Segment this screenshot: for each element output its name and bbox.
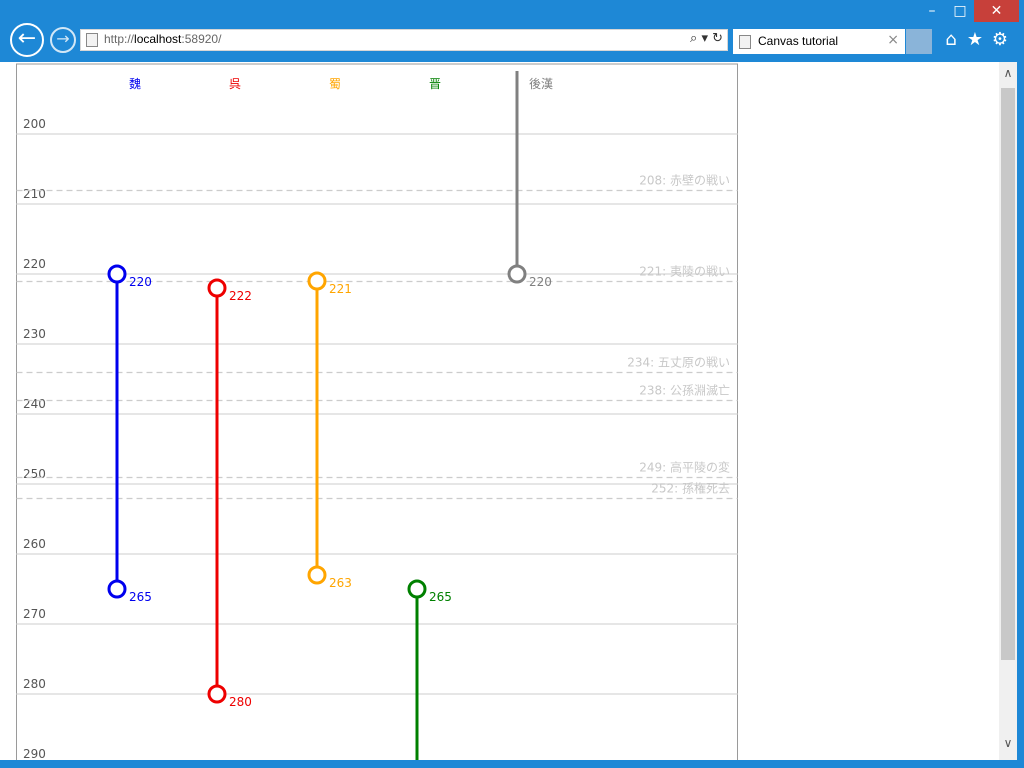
start-marker — [107, 264, 127, 284]
tab-close-icon[interactable]: × — [887, 32, 899, 48]
url-rest: :58920/ — [181, 32, 222, 46]
event-label: 252: 孫権死去 — [651, 481, 730, 496]
tab-page-icon — [739, 35, 751, 49]
series-label: 後漢 — [529, 77, 553, 91]
series-label: 呉 — [229, 77, 241, 91]
y-tick-label: 230 — [23, 327, 46, 341]
end-marker — [307, 565, 327, 585]
y-tick-label: 270 — [23, 607, 46, 621]
scroll-up-icon[interactable]: ∧ — [999, 66, 1017, 80]
address-tools[interactable]: ⌕ ▾ ↻ — [690, 31, 723, 46]
event-label: 221: 夷陵の戦い — [639, 264, 730, 279]
series-label: 魏 — [129, 76, 141, 91]
forward-button[interactable]: → — [50, 27, 76, 53]
end-label: 263 — [329, 576, 352, 590]
url-host: localhost — [134, 32, 182, 46]
url-text[interactable]: http://localhost:58920/ — [104, 32, 221, 46]
tab-title: Canvas tutorial — [758, 34, 839, 48]
end-label: 265 — [129, 590, 152, 604]
maximize-button[interactable]: □ — [946, 0, 974, 22]
end-label: 220 — [529, 275, 552, 289]
window-border-right — [1017, 62, 1024, 768]
vertical-scrollbar[interactable]: ∧ ∨ — [999, 62, 1017, 768]
chart-frame — [16, 63, 738, 768]
home-icon[interactable]: ⌂ — [940, 29, 962, 50]
y-tick-label: 200 — [23, 117, 46, 131]
favorites-icon[interactable]: ★ — [964, 29, 986, 50]
start-label: 265 — [429, 590, 452, 604]
settings-icon[interactable]: ⚙ — [989, 29, 1011, 50]
y-tick-label: 240 — [23, 397, 46, 411]
close-button[interactable]: ✕ — [974, 0, 1019, 22]
url-prefix: http:// — [104, 32, 135, 46]
y-tick-label: 260 — [23, 537, 46, 551]
page-content: 200 210 220 230 240 250 260 270 280 290 208: 赤壁の戦い… — [0, 62, 999, 768]
y-tick-label: 290 — [23, 747, 46, 761]
y-tick-label: 220 — [23, 257, 46, 271]
new-tab-button[interactable] — [906, 29, 932, 54]
y-tick-label: 250 — [23, 467, 46, 481]
start-label: 220 — [129, 275, 152, 289]
end-marker — [507, 264, 527, 284]
address-bar[interactable]: http://localhost:58920/ ⌕ ▾ ↻ — [80, 29, 728, 51]
end-label: 280 — [229, 695, 252, 709]
series-label: 晋 — [429, 77, 441, 91]
end-marker — [107, 579, 127, 599]
tab-canvas-tutorial[interactable]: Canvas tutorial × — [733, 29, 905, 54]
event-label: 238: 公孫淵滅亡 — [639, 384, 730, 398]
start-marker — [207, 278, 227, 298]
event-label: 249: 高平陵の変 — [639, 460, 730, 475]
window-border-bottom — [0, 760, 1024, 768]
timeline-chart: 200 210 220 230 240 250 260 270 280 290 208: 赤壁の戦い… — [16, 63, 738, 768]
start-label: 221 — [329, 282, 352, 296]
y-tick-label: 210 — [23, 187, 46, 201]
event-label: 234: 五丈原の戦い — [627, 356, 730, 370]
page-icon — [86, 33, 98, 47]
scroll-thumb[interactable] — [1001, 88, 1015, 660]
y-tick-label: 280 — [23, 677, 46, 691]
series-label: 蜀 — [329, 77, 341, 91]
back-button[interactable]: ← — [10, 23, 44, 57]
scroll-down-icon[interactable]: ∨ — [999, 736, 1017, 750]
start-label: 222 — [229, 289, 252, 303]
minimize-button[interactable]: – — [918, 0, 946, 22]
start-marker — [407, 579, 427, 599]
start-marker — [307, 271, 327, 291]
title-bar: – □ ✕ ← → http://localhost:58920/ ⌕ ▾ ↻ … — [0, 0, 1024, 62]
end-marker — [207, 684, 227, 704]
event-label: 208: 赤壁の戦い — [639, 173, 730, 188]
